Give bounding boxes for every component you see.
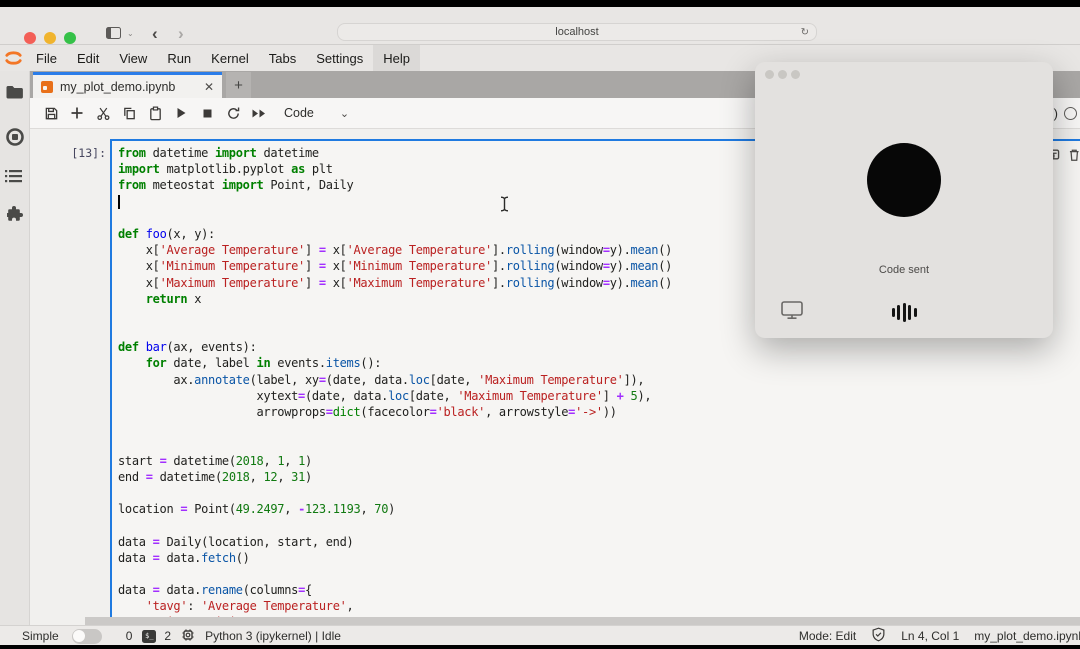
file-browser-icon[interactable] xyxy=(5,84,25,104)
assistant-orb[interactable] xyxy=(867,143,941,217)
cell-execution-prompt: [13]: xyxy=(60,146,106,160)
kernel-status-icon xyxy=(1064,107,1077,120)
screen: ⌄ ‹ › localhost ↻ FileEditViewRunKernelT… xyxy=(0,0,1080,649)
cut-cells-button[interactable] xyxy=(90,98,116,128)
overlay-close-button[interactable] xyxy=(765,70,774,79)
new-launcher-button[interactable]: + xyxy=(226,72,251,98)
table-of-contents-icon[interactable] xyxy=(5,169,25,189)
cell-type-select[interactable]: Code xyxy=(284,106,314,120)
browser-titlebar: ⌄ ‹ › localhost ↻ xyxy=(0,7,1080,45)
voice-assistant-window[interactable]: Code sent xyxy=(755,62,1053,338)
status-bar: Simple 0 $_ 2 Python 3 (ipykernel) | Idl… xyxy=(0,625,1080,645)
cursor-position[interactable]: Ln 4, Col 1 xyxy=(901,629,959,643)
minimize-window-button[interactable] xyxy=(44,32,56,44)
trust-shield-icon[interactable] xyxy=(871,627,886,645)
tab-title: my_plot_demo.ipynb xyxy=(60,80,197,94)
menu-item-tabs[interactable]: Tabs xyxy=(259,45,306,71)
restart-run-all-button[interactable] xyxy=(246,98,272,128)
back-button[interactable]: ‹ xyxy=(152,25,158,42)
toggle-knob xyxy=(73,630,85,642)
menu-item-view[interactable]: View xyxy=(109,45,157,71)
url-bar[interactable]: localhost ↻ xyxy=(337,23,817,41)
code-line[interactable]: data = data.rename(columns={ xyxy=(118,582,1080,598)
code-line[interactable] xyxy=(118,436,1080,452)
simple-mode-label: Simple xyxy=(22,629,59,643)
menu-item-kernel[interactable]: Kernel xyxy=(201,45,259,71)
code-line[interactable] xyxy=(118,566,1080,582)
code-line[interactable]: for date, label in events.items(): xyxy=(118,355,1080,371)
code-line[interactable] xyxy=(118,420,1080,436)
simple-mode-toggle[interactable] xyxy=(72,629,102,644)
kernel-status-text[interactable]: Python 3 (ipykernel) | Idle xyxy=(205,629,341,643)
notebook-file-icon xyxy=(41,81,53,93)
code-line[interactable]: 'tavg': 'Average Temperature', xyxy=(118,598,1080,614)
interrupt-kernel-button[interactable] xyxy=(194,98,220,128)
code-line[interactable]: arrowprops=dict(facecolor='black', arrow… xyxy=(118,404,1080,420)
audio-waveform-icon[interactable] xyxy=(888,302,920,322)
extension-manager-icon[interactable] xyxy=(5,205,25,225)
notebook-tab[interactable]: my_plot_demo.ipynb ✕ xyxy=(33,72,222,98)
left-activity-bar xyxy=(0,71,30,625)
paste-cells-button[interactable] xyxy=(142,98,168,128)
close-tab-icon[interactable]: ✕ xyxy=(204,80,214,94)
running-sessions-icon[interactable] xyxy=(5,127,25,147)
code-line[interactable]: end = datetime(2018, 12, 31) xyxy=(118,469,1080,485)
code-line[interactable]: start = datetime(2018, 1, 1) xyxy=(118,453,1080,469)
cell-type-chevron-icon[interactable]: ⌄ xyxy=(340,107,349,120)
mode-indicator[interactable]: Mode: Edit xyxy=(799,629,856,643)
code-line[interactable]: data = Daily(location, start, end) xyxy=(118,534,1080,550)
menu-item-run[interactable]: Run xyxy=(157,45,201,71)
code-line[interactable] xyxy=(118,517,1080,533)
code-line[interactable]: xytext=(date, data.loc[date, 'Maximum Te… xyxy=(118,388,1080,404)
sidebar-toggle-icon[interactable] xyxy=(106,27,121,39)
statusbar-filename[interactable]: my_plot_demo.ipynb xyxy=(974,629,1080,643)
assistant-status-text: Code sent xyxy=(755,264,1053,276)
delete-cell-icon[interactable] xyxy=(1068,148,1080,162)
overlay-window-controls xyxy=(765,70,800,79)
overlay-zoom-button[interactable] xyxy=(791,70,800,79)
letterbox-bottom xyxy=(0,645,1080,649)
code-line[interactable]: ax.annotate(label, xy=(date, data.loc[da… xyxy=(118,372,1080,388)
close-window-button[interactable] xyxy=(24,32,36,44)
url-text: localhost xyxy=(555,26,598,38)
jupyter-logo xyxy=(0,45,26,71)
overlay-minimize-button[interactable] xyxy=(778,70,787,79)
menu-item-edit[interactable]: Edit xyxy=(67,45,109,71)
forward-button[interactable]: › xyxy=(178,25,184,42)
kernel-chip-icon xyxy=(181,628,195,645)
terminal-icon: $_ xyxy=(142,630,156,643)
terminals-count[interactable]: 0 xyxy=(126,629,133,643)
restart-kernel-button[interactable] xyxy=(220,98,246,128)
save-button[interactable] xyxy=(38,98,64,128)
chevron-down-icon[interactable]: ⌄ xyxy=(127,31,134,36)
zoom-window-button[interactable] xyxy=(64,32,76,44)
code-line[interactable]: def bar(ax, events): xyxy=(118,339,1080,355)
mouse-cursor-ibeam xyxy=(499,196,510,217)
screen-share-icon[interactable] xyxy=(781,301,803,325)
reload-icon[interactable]: ↻ xyxy=(801,27,809,38)
menu-item-file[interactable]: File xyxy=(26,45,67,71)
code-line[interactable]: data = data.fetch() xyxy=(118,550,1080,566)
run-cell-button[interactable] xyxy=(168,98,194,128)
text-cursor xyxy=(118,195,120,209)
code-line[interactable]: location = Point(49.2497, -123.1193, 70) xyxy=(118,501,1080,517)
menu-item-settings[interactable]: Settings xyxy=(306,45,373,71)
insert-cell-button[interactable] xyxy=(64,98,90,128)
code-line[interactable] xyxy=(118,485,1080,501)
copy-cells-button[interactable] xyxy=(116,98,142,128)
kernels-count[interactable]: 2 xyxy=(164,629,171,643)
menu-item-help[interactable]: Help xyxy=(373,45,420,71)
horizontal-scrollbar[interactable] xyxy=(85,617,1080,625)
